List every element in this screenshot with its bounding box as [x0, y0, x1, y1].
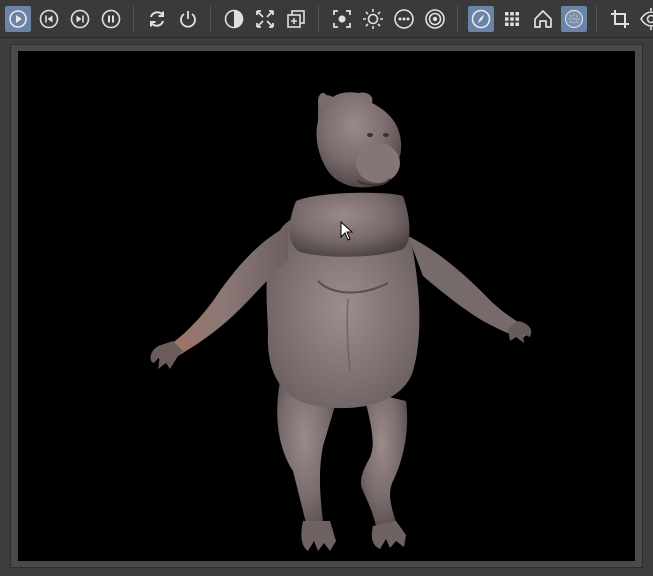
pause-button[interactable]: [98, 6, 124, 32]
compass-button[interactable]: [467, 5, 494, 32]
toolbar-separator: [133, 5, 134, 32]
grid-icon: [504, 11, 519, 26]
crop-button[interactable]: [607, 6, 633, 32]
play-icon: [8, 9, 27, 28]
brightness-icon: [362, 8, 383, 29]
snout: [356, 143, 400, 183]
mouse-cursor-icon: [340, 221, 354, 241]
toolbar-separator: [210, 5, 211, 32]
more-icon: [393, 8, 414, 29]
3d-viewport[interactable]: [18, 51, 635, 561]
toolbar-separator: [457, 5, 458, 32]
home-icon: [533, 9, 552, 28]
toolbar: [0, 0, 653, 38]
contrast-icon: [224, 9, 243, 28]
eye-icon: [639, 7, 653, 30]
hippo-creature-model: [150, 92, 532, 551]
right-foot: [371, 521, 406, 549]
brightness-button[interactable]: [360, 6, 386, 32]
grid-button[interactable]: [499, 6, 525, 32]
power-button[interactable]: [175, 6, 201, 32]
refresh-button[interactable]: [144, 6, 170, 32]
expand-button[interactable]: [252, 6, 278, 32]
pause-icon: [101, 9, 120, 28]
toolbar-separator: [596, 5, 597, 32]
expand-icon: [255, 9, 274, 28]
add-frame-icon: [286, 9, 305, 28]
left-ear: [318, 93, 328, 109]
eye-button[interactable]: [638, 6, 653, 32]
crop-icon: [610, 9, 629, 28]
texture-button[interactable]: [560, 5, 587, 32]
right-arm: [408, 236, 528, 338]
viewer-window: [0, 0, 653, 576]
target-icon: [424, 8, 445, 29]
focus-button[interactable]: [329, 6, 355, 32]
add-frame-button[interactable]: [283, 6, 309, 32]
compass-icon: [471, 9, 490, 28]
refresh-icon: [149, 10, 164, 27]
viewport-frame: [10, 44, 643, 568]
skip-forward-icon: [70, 9, 89, 28]
more-button[interactable]: [391, 6, 417, 32]
left-foot: [301, 521, 336, 551]
skip-back-button[interactable]: [36, 6, 62, 32]
home-button[interactable]: [530, 6, 556, 32]
nostril-right: [383, 133, 389, 137]
texture-icon: [564, 9, 583, 28]
right-leg: [360, 391, 408, 539]
target-button[interactable]: [422, 6, 448, 32]
nostril-left: [367, 133, 373, 137]
play-button[interactable]: [4, 5, 31, 32]
contrast-button[interactable]: [221, 6, 247, 32]
skip-back-icon: [39, 9, 58, 28]
power-icon: [179, 10, 196, 28]
focus-icon: [332, 9, 351, 28]
toolbar-separator: [318, 5, 319, 32]
skip-forward-button[interactable]: [67, 6, 93, 32]
